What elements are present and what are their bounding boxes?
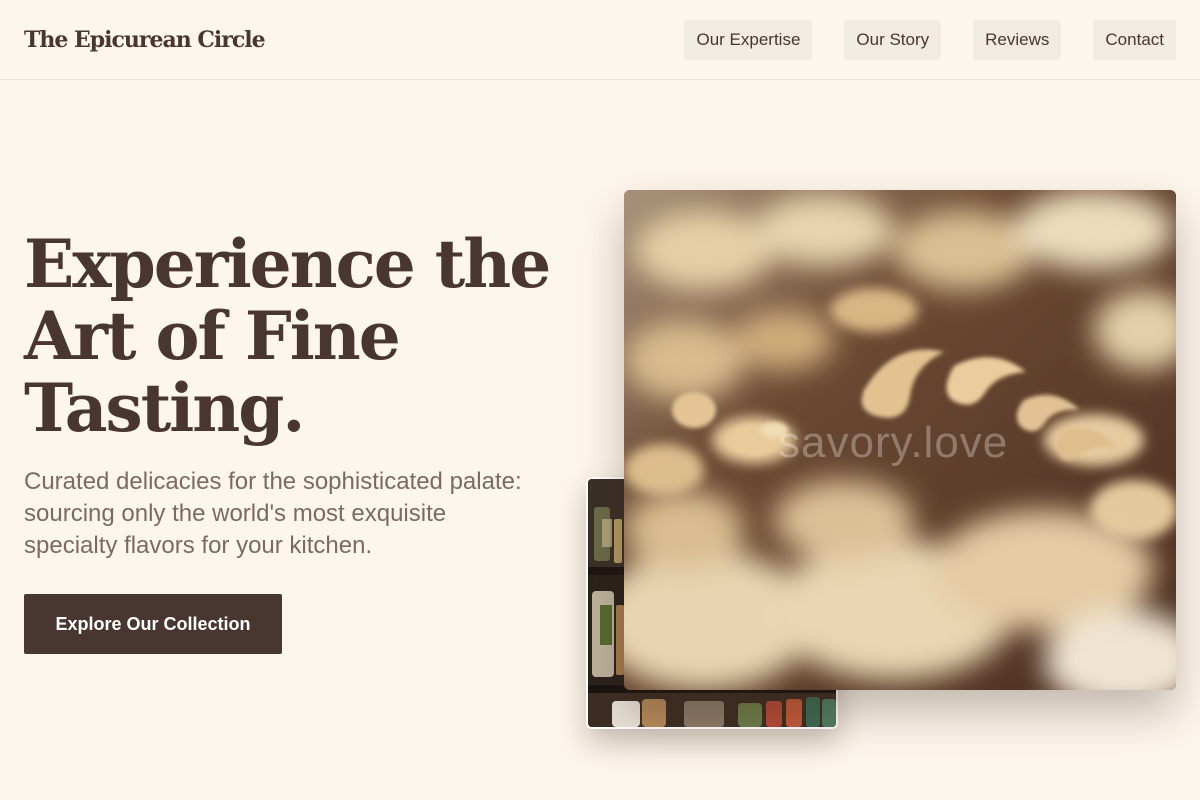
photo-watermark: savory.love: [778, 418, 1009, 467]
brand-logo[interactable]: The Epicurean Circle: [24, 24, 266, 56]
explore-collection-button[interactable]: Explore Our Collection: [24, 594, 282, 654]
nav-contact[interactable]: Contact: [1093, 20, 1176, 60]
hero-subtitle: Curated delicacies for the sophisticated…: [24, 468, 522, 559]
cashew-hero-image: savory.love: [624, 190, 1176, 690]
main-nav: Our Expertise Our Story Reviews Contact: [684, 20, 1176, 60]
nav-our-story[interactable]: Our Story: [844, 20, 942, 60]
site-header: The Epicurean Circle Our Expertise Our S…: [0, 0, 1200, 80]
nav-reviews[interactable]: Reviews: [973, 20, 1062, 60]
hero-title: Experience the Art of Fine Tasting.: [24, 225, 551, 447]
nav-our-expertise[interactable]: Our Expertise: [684, 20, 813, 60]
